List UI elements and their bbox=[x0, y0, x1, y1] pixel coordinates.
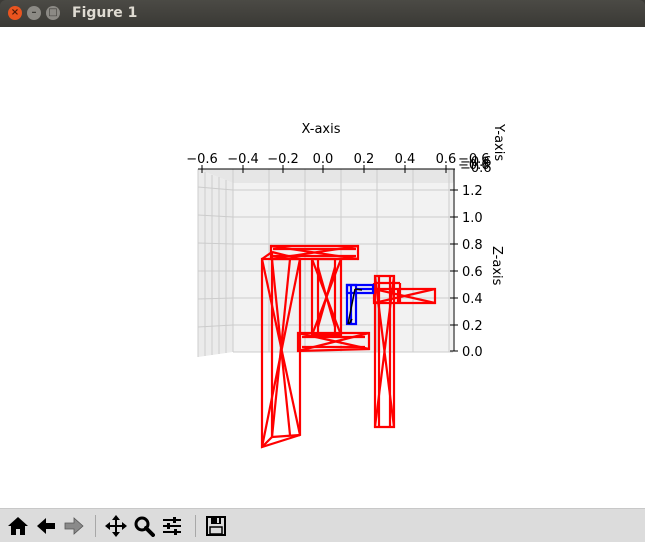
y-axis-label: Y-axis bbox=[491, 123, 506, 161]
save-icon bbox=[206, 516, 226, 536]
side-pane bbox=[198, 169, 233, 357]
z-tick-label: 0.4 bbox=[462, 292, 483, 307]
x-tick-label: 0.4 bbox=[395, 152, 416, 167]
z-tick-label: 0.6 bbox=[462, 265, 483, 280]
pan-button[interactable] bbox=[103, 513, 129, 539]
x-tick-label: 0.6 bbox=[436, 152, 457, 167]
x-axis-label: X-axis bbox=[302, 122, 341, 137]
x-tick-labels: −0.6 −0.4 −0.2 0.0 0.2 0.4 0.6 bbox=[186, 152, 456, 167]
x-tick-label: 0.0 bbox=[313, 152, 334, 167]
z-tick-label: 0.2 bbox=[462, 319, 483, 334]
z-axis-label: Z-axis bbox=[489, 246, 504, 286]
plot-3d[interactable]: −0.6 −0.4 −0.2 0.0 0.2 0.4 0.6 X-axis −0… bbox=[0, 27, 645, 508]
window-titlebar: × – □ Figure 1 bbox=[0, 0, 645, 27]
back-pane bbox=[233, 183, 453, 352]
configure-subplots-icon bbox=[163, 517, 181, 535]
top-pane bbox=[198, 169, 455, 183]
minimize-button[interactable]: – bbox=[27, 6, 41, 20]
window-title: Figure 1 bbox=[72, 5, 138, 21]
toolbar-separator bbox=[195, 515, 196, 537]
maximize-button[interactable]: □ bbox=[46, 6, 60, 20]
save-button[interactable] bbox=[203, 513, 229, 539]
pan-icon bbox=[105, 515, 127, 537]
zoom-button[interactable] bbox=[131, 513, 157, 539]
close-button[interactable]: × bbox=[8, 6, 22, 20]
z-tick-label: 1.2 bbox=[462, 184, 483, 199]
forward-button[interactable] bbox=[61, 513, 87, 539]
z-tick-label: 0.0 bbox=[462, 345, 483, 360]
back-button[interactable] bbox=[33, 513, 59, 539]
y-tick-labels: −0.6 −0.6 −0.6 −0.6 bbox=[458, 152, 492, 176]
y-tick-label: −0.6 bbox=[460, 161, 492, 176]
x-tick-label: −0.4 bbox=[227, 152, 259, 167]
configure-subplots-button[interactable] bbox=[159, 513, 185, 539]
toolbar-separator bbox=[95, 515, 96, 537]
z-tick-label: 1.0 bbox=[462, 211, 483, 226]
back-icon bbox=[37, 518, 55, 534]
x-tick-label: 0.2 bbox=[354, 152, 375, 167]
matplotlib-toolbar bbox=[0, 508, 645, 542]
home-icon bbox=[8, 517, 28, 535]
figure-canvas[interactable]: −0.6 −0.4 −0.2 0.0 0.2 0.4 0.6 X-axis −0… bbox=[0, 27, 645, 508]
x-tick-label: −0.2 bbox=[267, 152, 299, 167]
forward-icon bbox=[64, 517, 84, 535]
home-button[interactable] bbox=[5, 513, 31, 539]
z-tick-labels: 0.0 0.2 0.4 0.6 0.8 1.0 1.2 bbox=[462, 184, 483, 360]
zoom-icon bbox=[134, 516, 155, 537]
z-tick-label: 0.8 bbox=[462, 238, 483, 253]
x-tick-label: −0.6 bbox=[186, 152, 218, 167]
